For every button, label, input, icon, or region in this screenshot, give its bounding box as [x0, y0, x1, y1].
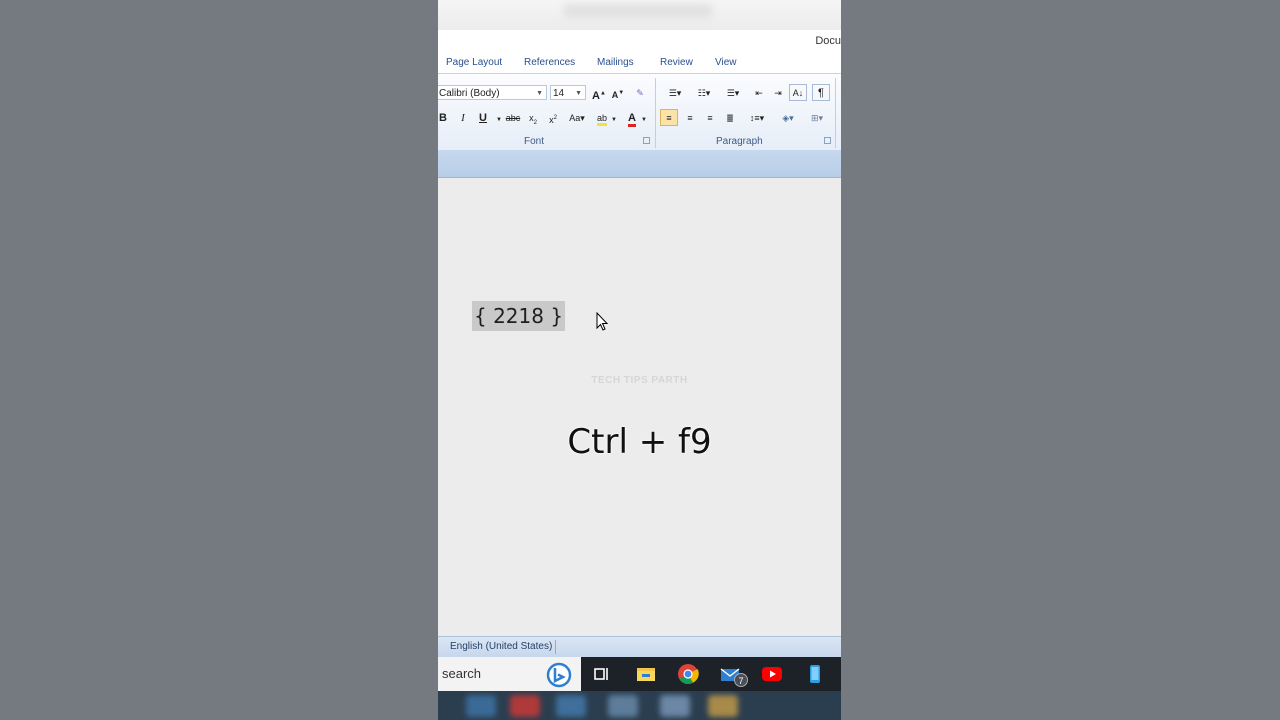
- superscript-icon: x2: [549, 115, 557, 125]
- font-color-dropdown[interactable]: ▼: [639, 109, 649, 126]
- strikethrough-button[interactable]: abc: [504, 109, 522, 126]
- grow-font-button[interactable]: A▲: [590, 84, 608, 102]
- chevron-down-icon: ▼: [496, 117, 502, 123]
- mail-badge: 7: [734, 673, 748, 687]
- borders-icon: ⊞▾: [810, 113, 824, 123]
- line-spacing-icon: ↕≡▾: [749, 113, 765, 123]
- justify-icon: ≣: [726, 113, 734, 123]
- multilevel-list-button[interactable]: ☰▾: [720, 84, 746, 101]
- align-center-icon: ≡: [687, 113, 693, 123]
- shrink-font-button[interactable]: A▼: [609, 84, 627, 101]
- phone-link-icon[interactable]: [804, 663, 826, 685]
- align-left-button[interactable]: ≡: [660, 109, 678, 126]
- taskbar-search-box[interactable]: search: [438, 657, 581, 691]
- tab-references[interactable]: References: [524, 57, 575, 68]
- font-family-value: Calibri (Body): [439, 88, 500, 99]
- font-size-value: 14: [553, 88, 565, 99]
- bottom-blurred-area: [438, 691, 841, 720]
- shrink-font-icon: A▼: [611, 90, 625, 100]
- paint-bucket-icon: ◈▾: [782, 113, 794, 123]
- top-blurred-area: [438, 0, 841, 30]
- numbering-button[interactable]: ☷▾: [691, 84, 717, 101]
- font-group-label: Font: [524, 136, 545, 147]
- multilevel-list-icon: ☰▾: [726, 88, 740, 98]
- borders-button[interactable]: ⊞▾: [804, 109, 830, 126]
- bold-button[interactable]: B: [438, 109, 452, 126]
- watermark-text: TECH TIPS PARTH: [591, 375, 688, 386]
- status-bar: English (United States): [438, 636, 841, 657]
- justify-button[interactable]: ≣: [721, 109, 739, 126]
- window-title: Docu: [815, 35, 841, 47]
- bullet-list-icon: ☰▾: [668, 88, 682, 98]
- chevron-down-icon: ▼: [611, 117, 617, 123]
- bullets-button[interactable]: ☰▾: [662, 84, 688, 101]
- align-right-button[interactable]: ≡: [701, 109, 719, 126]
- paragraph-dialog-launcher[interactable]: [824, 137, 831, 144]
- status-divider: [555, 640, 556, 654]
- highlight-dropdown[interactable]: ▼: [609, 109, 619, 126]
- mouse-pointer-icon: [596, 312, 609, 331]
- bing-icon[interactable]: [546, 662, 572, 688]
- increase-indent-button[interactable]: ⇥: [769, 84, 787, 101]
- chevron-down-icon: ▼: [536, 90, 543, 97]
- sort-icon: A↓: [792, 88, 804, 98]
- clear-formatting-button[interactable]: ✎: [631, 84, 649, 101]
- ribbon-tabs: Page Layout References Mailings Review V…: [438, 54, 841, 73]
- align-center-button[interactable]: ≡: [681, 109, 699, 126]
- align-right-icon: ≡: [707, 113, 713, 123]
- superscript-button[interactable]: x2: [544, 109, 562, 126]
- pilcrow-icon: ¶: [818, 87, 824, 99]
- tab-view[interactable]: View: [715, 57, 737, 68]
- group-divider: [835, 78, 836, 148]
- italic-icon: I: [461, 112, 465, 124]
- shading-button[interactable]: ◈▾: [775, 109, 801, 126]
- task-view-icon[interactable]: [591, 663, 613, 685]
- shortcut-caption: Ctrl + f9: [567, 422, 712, 462]
- font-size-select[interactable]: 14 ▼: [550, 85, 586, 100]
- tab-review[interactable]: Review: [660, 57, 693, 68]
- youtube-icon[interactable]: [761, 663, 783, 685]
- decrease-indent-icon: ⇤: [755, 88, 763, 98]
- font-family-select[interactable]: Calibri (Body) ▼: [438, 85, 547, 100]
- tab-page-layout[interactable]: Page Layout: [446, 57, 502, 68]
- italic-button[interactable]: I: [454, 109, 472, 126]
- search-text: search: [442, 666, 482, 681]
- taskbar: search 7: [438, 657, 841, 691]
- change-case-icon: Aa▾: [569, 113, 585, 123]
- ribbon: Calibri (Body) ▼ 14 ▼ A▲ A▼ ✎ B I U ▼ ab…: [438, 73, 841, 151]
- chevron-down-icon: ▼: [575, 90, 582, 97]
- show-formatting-marks-button[interactable]: ¶: [812, 84, 830, 101]
- numbered-list-icon: ☷▾: [697, 88, 711, 98]
- grow-font-icon: A▲: [592, 89, 606, 102]
- underline-icon: U: [479, 112, 487, 124]
- background-right: [841, 0, 1280, 720]
- title-bar: Docu: [438, 30, 841, 55]
- chevron-down-icon: ▼: [641, 117, 647, 123]
- bold-icon: B: [439, 112, 447, 124]
- language-indicator[interactable]: English (United States): [450, 641, 552, 652]
- eraser-icon: ✎: [636, 88, 644, 98]
- word-window-crop: Docu Page Layout References Mailings Rev…: [438, 0, 841, 720]
- decrease-indent-button[interactable]: ⇤: [750, 84, 768, 101]
- font-color-icon: A: [628, 113, 636, 127]
- subscript-button[interactable]: x2: [524, 109, 542, 126]
- increase-indent-icon: ⇥: [774, 88, 782, 98]
- chrome-icon[interactable]: [677, 663, 699, 685]
- ribbon-bottom-bar: [438, 150, 841, 178]
- tab-mailings[interactable]: Mailings: [597, 57, 634, 68]
- strikethrough-icon: abc: [505, 113, 521, 123]
- background-left: [0, 0, 438, 720]
- paragraph-group-label: Paragraph: [716, 136, 763, 147]
- line-spacing-button[interactable]: ↕≡▾: [744, 109, 770, 126]
- align-left-icon: ≡: [666, 113, 672, 123]
- sort-button[interactable]: A↓: [789, 84, 807, 101]
- subscript-icon: x2: [529, 113, 537, 126]
- change-case-button[interactable]: Aa▾: [566, 109, 588, 126]
- group-divider: [655, 78, 656, 148]
- highlighter-icon: ab: [596, 113, 607, 126]
- font-dialog-launcher[interactable]: [643, 137, 650, 144]
- document-canvas[interactable]: { 2218 } TECH TIPS PARTH Ctrl + f9: [438, 178, 841, 636]
- file-explorer-icon[interactable]: [635, 663, 657, 685]
- field-code-text[interactable]: { 2218 }: [472, 301, 566, 331]
